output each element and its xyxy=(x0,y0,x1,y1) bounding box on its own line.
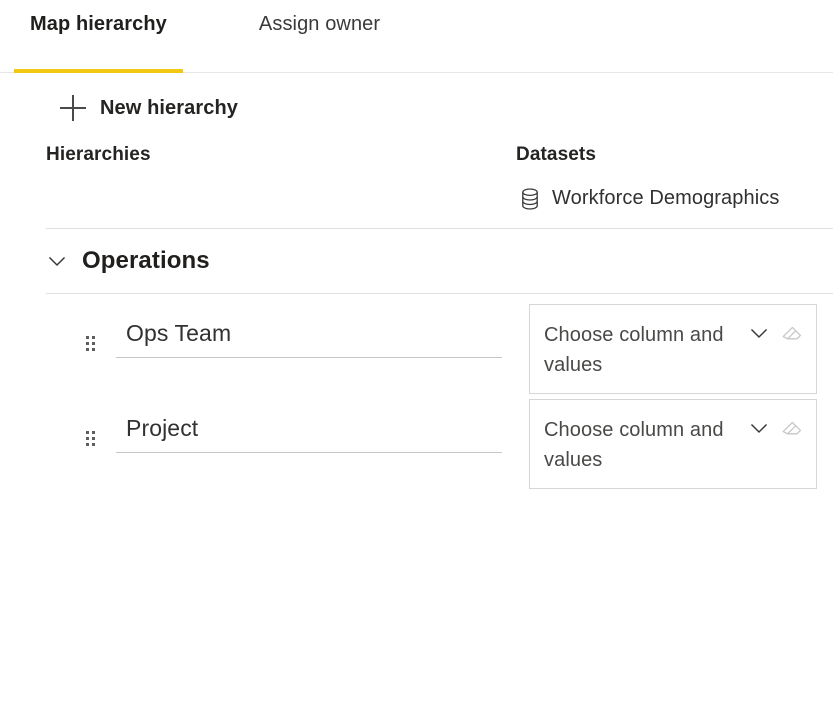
tab-list: Map hierarchy Assign owner xyxy=(0,0,833,73)
new-hierarchy-label: New hierarchy xyxy=(100,97,238,120)
level-name-field-wrapper xyxy=(116,413,502,453)
datasets-column-header: Datasets xyxy=(516,144,596,166)
drag-handle-icon[interactable] xyxy=(86,336,98,356)
dataset-row: Workforce Demographics xyxy=(0,184,833,228)
database-icon xyxy=(520,188,540,210)
hierarchy-group-operations[interactable]: Operations xyxy=(0,229,833,293)
new-hierarchy-button[interactable]: New hierarchy xyxy=(60,95,238,121)
column-values-picker[interactable]: Choose column and values xyxy=(529,304,817,394)
command-bar: New hierarchy xyxy=(0,73,833,126)
dataset-item-workforce-demographics[interactable]: Workforce Demographics xyxy=(520,187,779,210)
drag-handle-icon[interactable] xyxy=(86,431,98,451)
column-headers: Hierarchies Datasets xyxy=(0,144,833,184)
tab-bar: Map hierarchy Assign owner xyxy=(0,0,833,73)
column-values-picker-text: Choose column and values xyxy=(544,320,744,380)
level-name-input[interactable] xyxy=(116,413,502,453)
tab-active-indicator xyxy=(14,69,183,73)
hierarchy-group-title: Operations xyxy=(82,247,210,275)
chevron-down-icon xyxy=(46,250,68,272)
eraser-icon[interactable] xyxy=(780,416,804,440)
column-values-picker-actions xyxy=(748,321,804,345)
plus-icon xyxy=(60,95,86,121)
hierarchies-column-header: Hierarchies xyxy=(46,144,151,166)
hierarchy-level-list: Choose column and values Choose column a… xyxy=(0,294,833,494)
tab-assign-owner-label: Assign owner xyxy=(259,14,380,60)
column-values-picker-text: Choose column and values xyxy=(544,415,744,475)
tab-map-hierarchy[interactable]: Map hierarchy xyxy=(14,0,183,73)
tab-map-hierarchy-label: Map hierarchy xyxy=(30,14,167,60)
chevron-down-icon[interactable] xyxy=(748,322,770,344)
tab-assign-owner[interactable]: Assign owner xyxy=(243,0,396,73)
dataset-name: Workforce Demographics xyxy=(552,187,779,210)
column-values-picker[interactable]: Choose column and values xyxy=(529,399,817,489)
level-name-field-wrapper xyxy=(116,318,502,358)
hierarchy-level-row: Choose column and values xyxy=(0,304,833,399)
chevron-down-icon[interactable] xyxy=(748,417,770,439)
eraser-icon[interactable] xyxy=(780,321,804,345)
column-values-picker-actions xyxy=(748,416,804,440)
level-name-input[interactable] xyxy=(116,318,502,358)
hierarchy-level-row: Choose column and values xyxy=(0,399,833,494)
